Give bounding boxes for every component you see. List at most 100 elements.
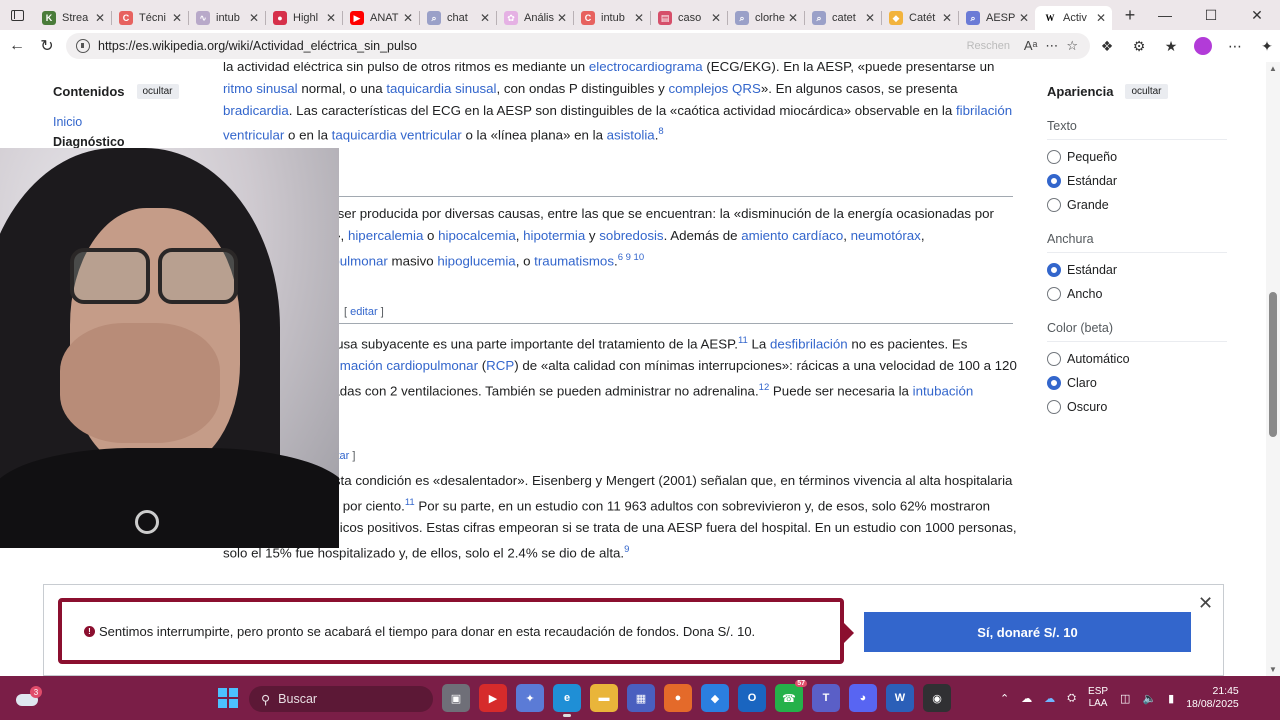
- close-window-button[interactable]: ✕: [1234, 0, 1280, 30]
- extensions-icon[interactable]: ❖: [1094, 33, 1120, 59]
- article-link[interactable]: sobredosis: [599, 228, 663, 243]
- youtube-icon[interactable]: ▶: [479, 684, 507, 712]
- article-link[interactable]: bradicardia: [223, 103, 289, 118]
- appearance-option[interactable]: Pequeño: [1047, 150, 1227, 164]
- whatsapp-icon[interactable]: ☎ 57: [775, 680, 807, 712]
- radio-button[interactable]: [1047, 150, 1061, 164]
- tab-close-icon[interactable]: ✕: [403, 11, 413, 25]
- tab-5[interactable]: ⌕ chat ✕: [419, 6, 496, 30]
- browser-essentials-icon[interactable]: ⚙: [1126, 33, 1152, 59]
- article-link[interactable]: hipercalemia: [348, 228, 423, 243]
- radio-button[interactable]: [1047, 287, 1061, 301]
- article-link[interactable]: amiento cardíaco: [741, 228, 843, 243]
- tab-close-icon[interactable]: ✕: [326, 11, 336, 25]
- more-icon[interactable]: ⋯: [1045, 38, 1058, 54]
- tab-9[interactable]: ⌕ clorhe ✕: [727, 6, 804, 30]
- citation-link[interactable]: 11: [405, 497, 415, 508]
- tab-close-icon[interactable]: ✕: [942, 11, 952, 25]
- scroll-up-icon[interactable]: ▲: [1269, 64, 1277, 73]
- article-link[interactable]: hipocalcemia: [438, 228, 516, 243]
- taskbar-search[interactable]: ⚲ Buscar: [249, 686, 433, 712]
- radio-button[interactable]: [1047, 400, 1061, 414]
- radio-button[interactable]: [1047, 198, 1061, 212]
- article-link[interactable]: hipoglucemia: [437, 253, 515, 268]
- citation-link[interactable]: 6 9 10: [618, 252, 644, 263]
- tab-1[interactable]: C Técni ✕: [111, 6, 188, 30]
- appearance-option[interactable]: Oscuro: [1047, 400, 1227, 414]
- obs-icon[interactable]: ◉: [923, 684, 951, 712]
- close-banner-icon[interactable]: ✕: [1198, 593, 1213, 614]
- volume-icon[interactable]: 🔈: [1142, 692, 1156, 705]
- battery-icon[interactable]: ▮: [1168, 692, 1174, 705]
- onedrive-icon[interactable]: ☁: [1021, 692, 1032, 705]
- start-button[interactable]: [218, 688, 238, 708]
- tab-4[interactable]: ▶ ANAT ✕: [342, 6, 419, 30]
- article-link[interactable]: traumatismos: [534, 253, 614, 268]
- clock[interactable]: 21:45 18/08/2025: [1186, 685, 1239, 711]
- task-view-icon[interactable]: ▣: [442, 684, 470, 712]
- article-link[interactable]: RCP: [486, 358, 514, 373]
- tab-close-icon[interactable]: ✕: [172, 11, 182, 25]
- toc-item-diagnostico[interactable]: Diagnóstico: [53, 135, 213, 149]
- dropbox-icon[interactable]: ◆: [701, 684, 729, 712]
- copilot-icon[interactable]: ✦: [1254, 33, 1280, 59]
- tab-12[interactable]: ⌕ AESP ✕: [958, 6, 1035, 30]
- tab-8[interactable]: ▤ caso ✕: [650, 6, 727, 30]
- scrollbar-thumb[interactable]: [1269, 292, 1277, 437]
- favorite-star-icon[interactable]: ☆: [1066, 38, 1078, 54]
- tab-close-icon[interactable]: ✕: [711, 11, 721, 25]
- appearance-hide-button[interactable]: ocultar: [1125, 84, 1168, 99]
- tab-7[interactable]: Cintub ✕: [573, 6, 650, 30]
- donate-button[interactable]: Sí, donaré S/. 10: [864, 612, 1191, 652]
- radio-button[interactable]: [1047, 174, 1061, 188]
- tab-close-icon[interactable]: ✕: [557, 11, 567, 25]
- radio-button[interactable]: [1047, 376, 1061, 390]
- article-link[interactable]: taquicardia ventricular: [332, 128, 462, 143]
- tab-2[interactable]: ∿ intub ✕: [188, 6, 265, 30]
- tab-13[interactable]: W Activ ✕: [1035, 6, 1112, 30]
- back-button[interactable]: ←: [2, 31, 32, 61]
- favorites-icon[interactable]: ★: [1158, 33, 1184, 59]
- appearance-option[interactable]: Estándar: [1047, 174, 1227, 188]
- language-indicator[interactable]: ESP LAA: [1088, 686, 1108, 710]
- citation-link[interactable]: 8: [658, 126, 663, 137]
- scroll-down-icon[interactable]: ▼: [1269, 665, 1277, 674]
- article-link[interactable]: asistolia: [607, 128, 655, 143]
- tab-close-icon[interactable]: ✕: [249, 11, 259, 25]
- citation-link[interactable]: 9: [624, 544, 629, 555]
- tab-close-icon[interactable]: ✕: [788, 11, 798, 25]
- read-view-icon[interactable]: Aᵃ: [1024, 38, 1038, 54]
- tab-close-icon[interactable]: ✕: [865, 11, 875, 25]
- article-link[interactable]: complejos QRS: [668, 81, 760, 96]
- tab-close-icon[interactable]: ✕: [1019, 11, 1029, 25]
- tab-close-icon[interactable]: ✕: [95, 11, 105, 25]
- settings-more-icon[interactable]: ⋯: [1222, 33, 1248, 59]
- article-link[interactable]: desfibrilación: [770, 336, 848, 351]
- discord-icon[interactable]: ◕: [849, 684, 877, 712]
- teams-icon[interactable]: T: [812, 684, 840, 712]
- firefox-icon[interactable]: ●: [664, 684, 692, 712]
- tab-close-icon[interactable]: ✕: [634, 11, 644, 25]
- store-icon[interactable]: ▦: [627, 684, 655, 712]
- radio-button[interactable]: [1047, 263, 1061, 277]
- toc-hide-button[interactable]: ocultar: [136, 84, 179, 99]
- appearance-option[interactable]: Estándar: [1047, 263, 1227, 277]
- article-link[interactable]: ritmo sinusal: [223, 81, 298, 96]
- article-link[interactable]: neumotórax: [851, 228, 921, 243]
- profile-avatar[interactable]: [1194, 37, 1212, 55]
- file-explorer-icon[interactable]: ▬: [590, 684, 618, 712]
- word-icon[interactable]: W: [886, 684, 914, 712]
- citation-link[interactable]: 12: [759, 382, 770, 393]
- refresh-button[interactable]: ↻: [32, 31, 62, 61]
- tray-app-icon[interactable]: ⛭: [1067, 692, 1076, 705]
- tab-3[interactable]: ● Highl ✕: [265, 6, 342, 30]
- appearance-option[interactable]: Claro: [1047, 376, 1227, 390]
- maximize-button[interactable]: ☐: [1188, 0, 1234, 30]
- edge-icon[interactable]: e: [553, 684, 581, 717]
- article-link[interactable]: taquicardia sinusal: [386, 81, 496, 96]
- appearance-option[interactable]: Grande: [1047, 198, 1227, 212]
- tab-actions-button[interactable]: [0, 0, 34, 30]
- tab-10[interactable]: ⌕ catet ✕: [804, 6, 881, 30]
- tab-11[interactable]: ◆ Catét ✕: [881, 6, 958, 30]
- tab-close-icon[interactable]: ✕: [480, 11, 490, 25]
